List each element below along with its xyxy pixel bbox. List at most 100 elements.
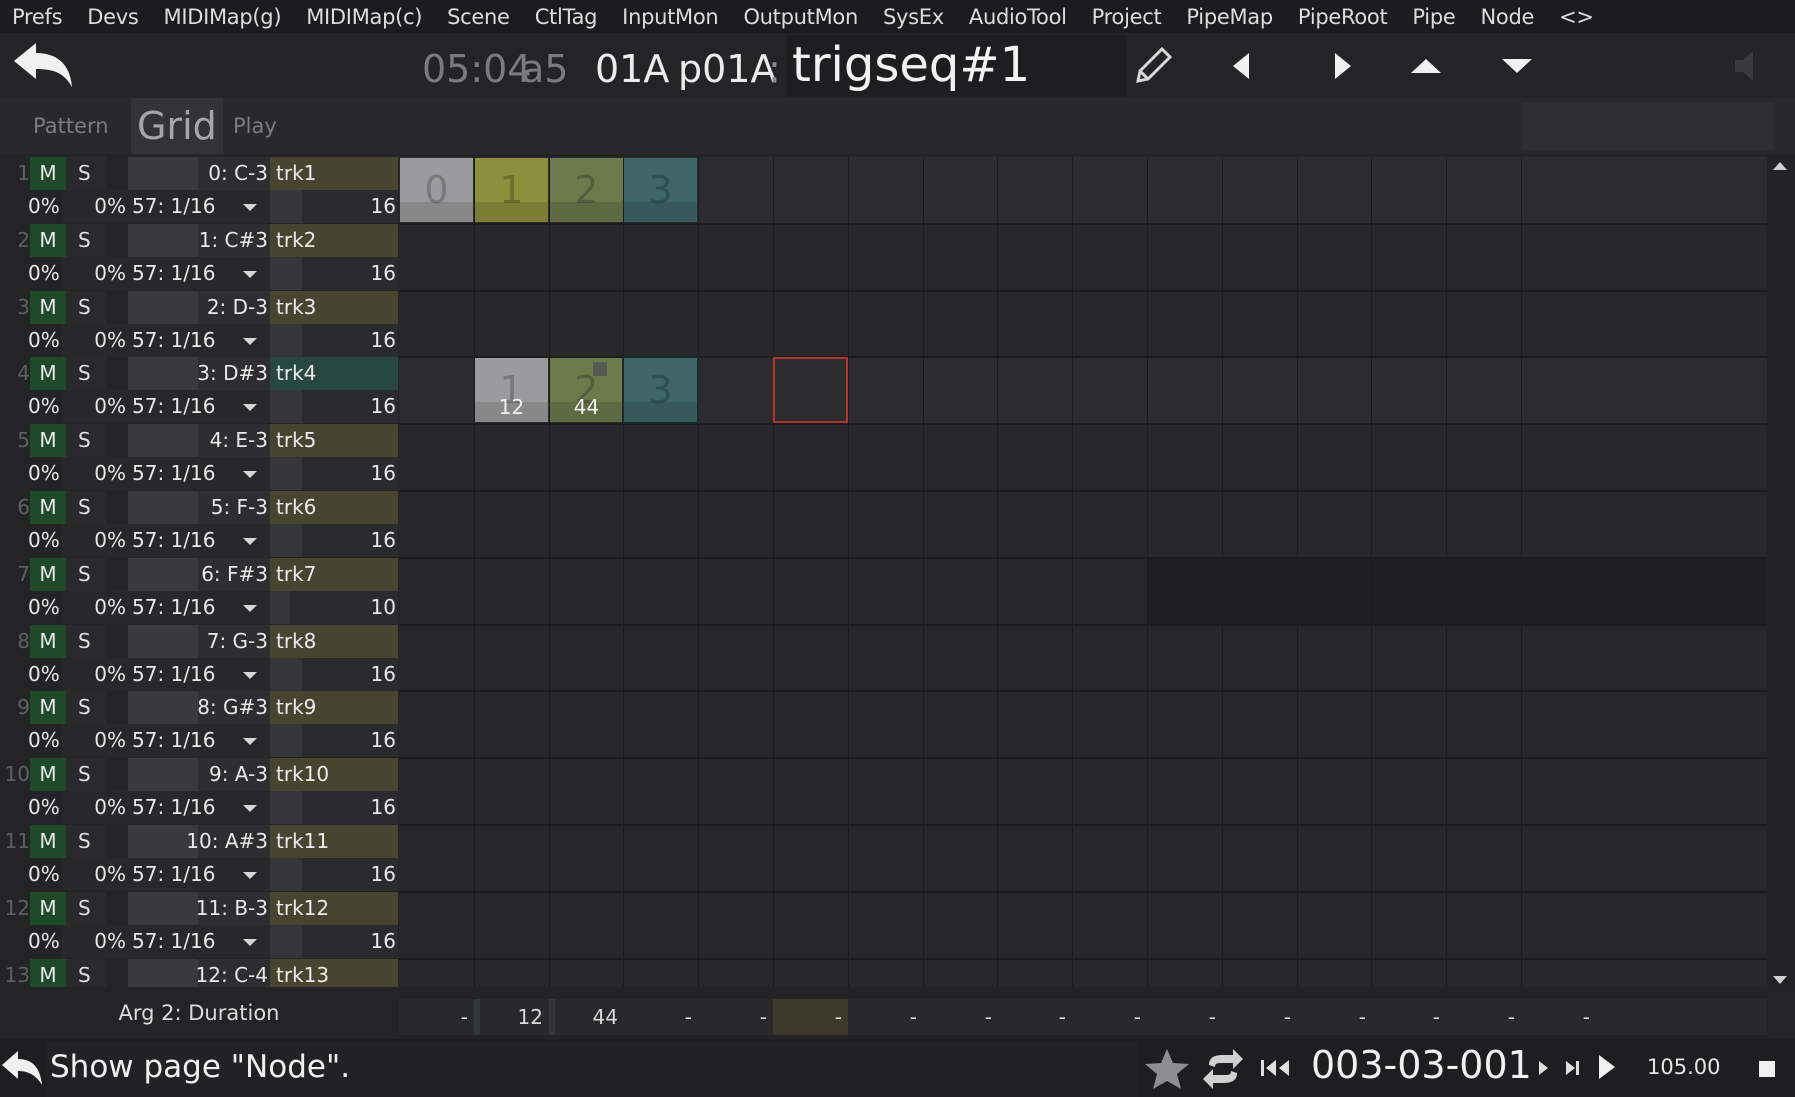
- scroll-up-icon[interactable]: [1773, 162, 1787, 170]
- menu-item-piperoot[interactable]: PipeRoot: [1298, 5, 1388, 29]
- stop-icon[interactable]: [1757, 1059, 1777, 1083]
- chevron-down-icon[interactable]: [243, 404, 257, 411]
- track-note[interactable]: 3: D#3: [128, 357, 270, 390]
- scroll-down-icon[interactable]: [1773, 976, 1787, 984]
- mute-button[interactable]: M: [30, 558, 66, 591]
- mute-button[interactable]: M: [30, 959, 66, 987]
- grid-cell[interactable]: 3: [624, 158, 697, 222]
- track-note[interactable]: 11: B-3: [128, 892, 270, 925]
- grid-cell[interactable]: 2: [550, 158, 623, 222]
- arg-value[interactable]: -: [1297, 999, 1372, 1035]
- grid-cell[interactable]: 0: [400, 158, 473, 222]
- mute-button[interactable]: M: [30, 424, 66, 457]
- solo-button[interactable]: S: [66, 691, 106, 724]
- mute-button[interactable]: M: [30, 224, 66, 257]
- track-param-1[interactable]: 0%: [0, 390, 62, 423]
- step-grid[interactable]: 0 1 2 3 1 12 2 44 3: [399, 157, 1767, 987]
- triangle-down-icon[interactable]: [1494, 45, 1540, 87]
- pencil-icon[interactable]: [1130, 45, 1176, 87]
- solo-button[interactable]: S: [66, 291, 106, 324]
- chevron-down-icon[interactable]: [243, 271, 257, 278]
- arg-value[interactable]: -: [1371, 999, 1446, 1035]
- back-arrow-icon[interactable]: [12, 39, 76, 95]
- menu-item-prefs[interactable]: Prefs: [12, 5, 63, 29]
- track-name[interactable]: trk2: [270, 224, 398, 257]
- arg-value[interactable]: -: [399, 999, 474, 1035]
- chevron-down-icon[interactable]: [243, 872, 257, 879]
- menu-item-midimapg[interactable]: MIDIMap(g): [164, 5, 282, 29]
- track-param-2[interactable]: 0%: [62, 925, 128, 958]
- menu-item-ctltag[interactable]: CtlTag: [535, 5, 598, 29]
- chevron-down-icon[interactable]: [243, 605, 257, 612]
- track-division[interactable]: 57: 1/16: [132, 324, 215, 357]
- grid-cell[interactable]: 1 12: [475, 358, 548, 422]
- track-division[interactable]: 57: 1/16: [132, 658, 215, 691]
- mute-button[interactable]: M: [30, 758, 66, 791]
- track-param-1[interactable]: 0%: [0, 791, 62, 824]
- menu-item-inputmon[interactable]: InputMon: [622, 5, 719, 29]
- track-division[interactable]: 57: 1/16: [132, 390, 215, 423]
- arg-value[interactable]: -: [698, 999, 773, 1035]
- arg-value[interactable]: -: [997, 999, 1072, 1035]
- track-note[interactable]: 7: G-3: [128, 625, 270, 658]
- arg-value[interactable]: -: [1446, 999, 1521, 1035]
- track-param-1[interactable]: 0%: [0, 858, 62, 891]
- track-param-2[interactable]: 0%: [62, 390, 128, 423]
- solo-button[interactable]: S: [66, 357, 106, 390]
- menu-item-pipemap[interactable]: PipeMap: [1186, 5, 1273, 29]
- track-division[interactable]: 57: 1/16: [132, 190, 215, 223]
- loop-icon[interactable]: [1201, 1047, 1245, 1095]
- track-division[interactable]: 57: 1/16: [132, 724, 215, 757]
- track-name[interactable]: trk11: [270, 825, 398, 858]
- track-param-2[interactable]: 0%: [62, 324, 128, 357]
- track-param-1[interactable]: 0%: [0, 190, 62, 223]
- triangle-up-icon[interactable]: [1403, 45, 1449, 87]
- solo-button[interactable]: S: [66, 224, 106, 257]
- track-param-1[interactable]: 0%: [0, 925, 62, 958]
- track-param-1[interactable]: 0%: [0, 724, 62, 757]
- chevron-down-icon[interactable]: [243, 338, 257, 345]
- track-name[interactable]: trk4: [270, 357, 398, 390]
- track-param-1[interactable]: 0%: [0, 257, 62, 290]
- arg-values[interactable]: -12 44- - - - - - - - - - - - -: [399, 999, 1767, 1035]
- track-note[interactable]: 10: A#3: [128, 825, 270, 858]
- solo-button[interactable]: S: [66, 625, 106, 658]
- track-param-2[interactable]: 0%: [62, 658, 128, 691]
- pattern-name[interactable]: p01A: [678, 47, 776, 91]
- solo-button[interactable]: S: [66, 558, 106, 591]
- chevron-down-icon[interactable]: [243, 805, 257, 812]
- track-note[interactable]: 9: A-3: [128, 758, 270, 791]
- track-name[interactable]: trk12: [270, 892, 398, 925]
- grid-cell[interactable]: 3: [622, 356, 699, 424]
- menu-item-scene[interactable]: Scene: [447, 5, 510, 29]
- track-note[interactable]: 4: E-3: [128, 424, 270, 457]
- solo-button[interactable]: S: [66, 157, 106, 190]
- grid-cell[interactable]: 1: [475, 158, 548, 222]
- arg-value[interactable]: 44: [549, 999, 624, 1035]
- track-note[interactable]: 0: C-3: [128, 157, 270, 190]
- play-icon[interactable]: [1596, 1051, 1618, 1087]
- mute-button[interactable]: M: [30, 892, 66, 925]
- arg-value[interactable]: -: [623, 999, 698, 1035]
- menu-item-outputmon[interactable]: OutputMon: [743, 5, 858, 29]
- grid-cell[interactable]: 2 44: [550, 358, 623, 422]
- tab-play[interactable]: Play: [233, 98, 277, 154]
- mute-button[interactable]: M: [30, 491, 66, 524]
- solo-button[interactable]: S: [66, 491, 106, 524]
- step-forward-icon[interactable]: [1536, 1057, 1550, 1083]
- track-name[interactable]: trk8: [270, 625, 398, 658]
- chevron-down-icon[interactable]: [243, 672, 257, 679]
- solo-button[interactable]: S: [66, 424, 106, 457]
- track-division[interactable]: 57: 1/16: [132, 858, 215, 891]
- track-name[interactable]: trk6: [270, 491, 398, 524]
- track-name[interactable]: trk3: [270, 291, 398, 324]
- track-param-2[interactable]: 0%: [62, 724, 128, 757]
- track-division[interactable]: 57: 1/16: [132, 791, 215, 824]
- chevron-down-icon[interactable]: [243, 538, 257, 545]
- track-name[interactable]: trk10: [270, 758, 398, 791]
- arg-value[interactable]: -: [1222, 999, 1297, 1035]
- chevron-down-icon[interactable]: [243, 204, 257, 211]
- menu-item-node[interactable]: Node: [1480, 5, 1534, 29]
- menu-item-audiotool[interactable]: AudioTool: [969, 5, 1067, 29]
- track-name[interactable]: trk7: [270, 558, 398, 591]
